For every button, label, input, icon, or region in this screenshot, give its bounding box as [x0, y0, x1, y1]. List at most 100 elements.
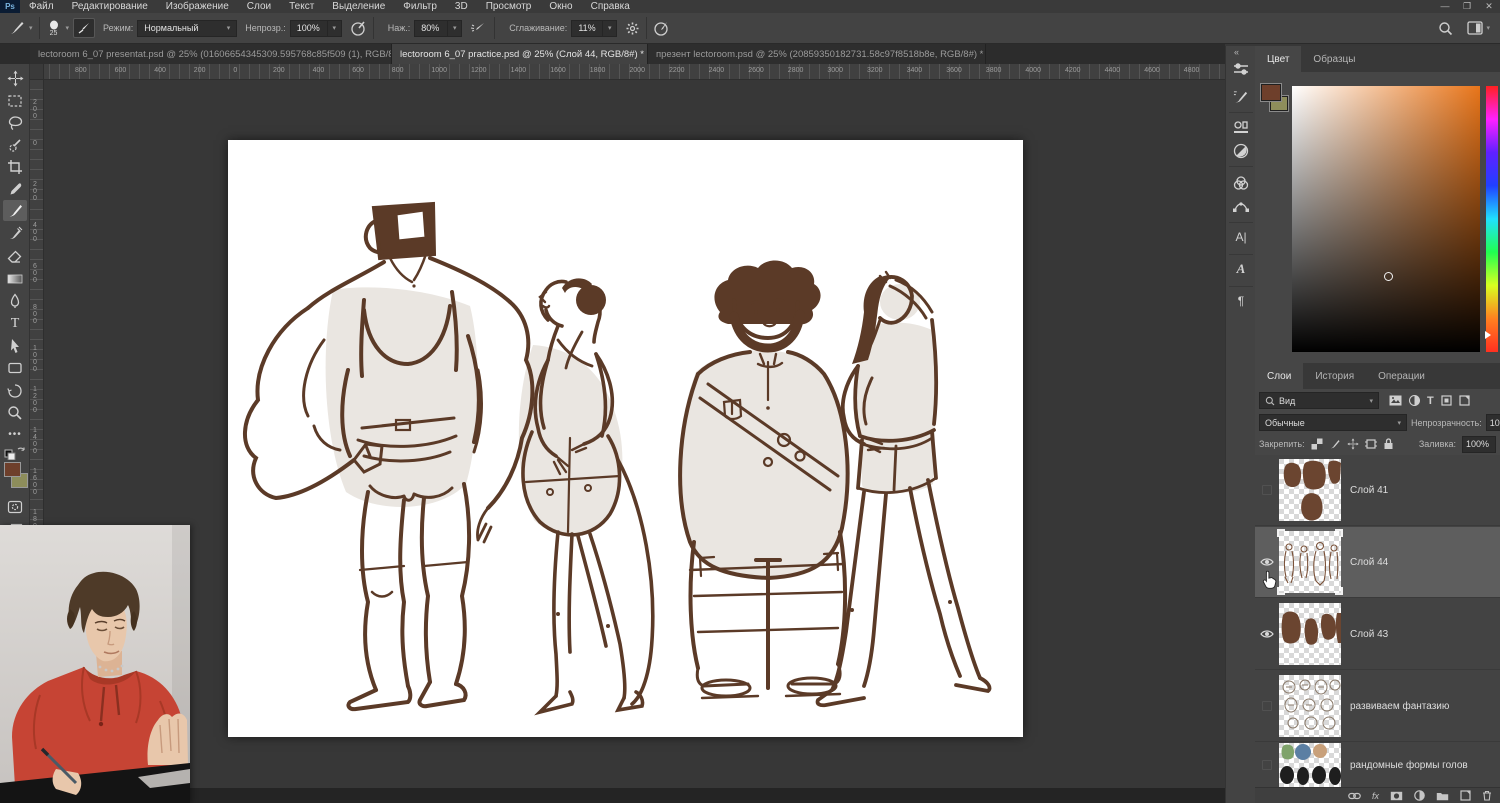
opacity-input[interactable]: 100%	[290, 20, 328, 37]
paths-panel-icon[interactable]	[1229, 196, 1253, 218]
quick-mask-button[interactable]	[3, 496, 27, 517]
flow-input[interactable]: 80%	[414, 20, 448, 37]
filter-adjustment-layers-icon[interactable]	[1409, 395, 1420, 406]
rotate-view-tool[interactable]	[3, 380, 27, 401]
tab-actions[interactable]: Операции	[1366, 363, 1437, 389]
airbrush-icon[interactable]	[470, 20, 488, 36]
tab-history[interactable]: История	[1303, 363, 1366, 389]
menu-help[interactable]: Справка	[582, 0, 639, 13]
link-layers-icon[interactable]	[1348, 790, 1361, 802]
document-tab-3[interactable]: презент lectoroom.psd @ 25% (20859350182…	[648, 44, 986, 64]
color-picker-marker[interactable]	[1384, 272, 1393, 281]
glyphs-panel-icon[interactable]: A	[1229, 258, 1253, 280]
layer-thumbnail[interactable]	[1279, 459, 1341, 521]
restore-button[interactable]: ❐	[1456, 0, 1478, 13]
document-tab-1[interactable]: lectoroom 6_07 presentat.psd @ 25% (0160…	[30, 44, 392, 64]
panel-foreground-swatch[interactable]	[1261, 84, 1281, 101]
layer-thumbnail[interactable]	[1279, 531, 1341, 593]
new-adjustment-layer-icon[interactable]	[1414, 790, 1425, 802]
dock-collapse-icon[interactable]: «	[1234, 47, 1239, 57]
rectangular-marquee-tool[interactable]	[3, 90, 27, 111]
menu-layers[interactable]: Слои	[238, 0, 280, 13]
default-and-swap-colors-icon[interactable]	[4, 446, 26, 460]
delete-layer-trash-icon[interactable]	[1482, 790, 1492, 802]
lasso-tool[interactable]	[3, 112, 27, 133]
visibility-toggle[interactable]	[1255, 701, 1279, 711]
document-tab-2[interactable]: lectoroom 6_07 practice.psd @ 25% (Слой …	[392, 44, 648, 64]
hue-slider-marker[interactable]	[1485, 331, 1491, 339]
filter-pixel-layers-icon[interactable]	[1389, 395, 1402, 406]
pressure-opacity-icon[interactable]	[350, 20, 367, 37]
filter-shape-layers-icon[interactable]	[1441, 395, 1452, 406]
quick-selection-tool[interactable]	[3, 134, 27, 155]
filter-smart-objects-icon[interactable]	[1459, 395, 1470, 406]
tab-swatches[interactable]: Образцы	[1301, 46, 1367, 72]
menu-file[interactable]: Файл	[20, 0, 63, 13]
opacity-chevron[interactable]: ▾	[328, 20, 342, 37]
color-picker-field[interactable]	[1292, 86, 1480, 352]
menu-select[interactable]: Выделение	[323, 0, 394, 13]
lock-all-icon[interactable]	[1383, 438, 1394, 450]
edit-toolbar-button[interactable]: •••	[3, 424, 27, 445]
path-selection-tool[interactable]	[3, 335, 27, 356]
eraser-tool[interactable]	[3, 246, 27, 267]
zoom-tool[interactable]	[3, 402, 27, 423]
lock-position-icon[interactable]	[1347, 438, 1359, 450]
menu-type[interactable]: Текст	[280, 0, 323, 13]
layer-row-44[interactable]: Слой 44	[1255, 527, 1500, 598]
paragraph-panel-icon[interactable]: ¶	[1229, 290, 1253, 312]
document-canvas[interactable]	[228, 140, 1023, 737]
menu-edit[interactable]: Редактирование	[63, 0, 157, 13]
navigator-panel-icon[interactable]	[1229, 140, 1253, 162]
new-group-folder-icon[interactable]	[1436, 790, 1449, 802]
gradient-tool[interactable]	[3, 268, 27, 289]
toggle-brush-panel-icon[interactable]	[73, 18, 95, 38]
add-layer-mask-icon[interactable]	[1390, 790, 1403, 802]
brush-tool[interactable]	[3, 200, 27, 221]
visibility-toggle[interactable]	[1255, 485, 1279, 495]
shape-tool[interactable]	[3, 357, 27, 378]
layers-opacity-input[interactable]: 100%	[1486, 414, 1500, 431]
filter-type-layers-icon[interactable]: T	[1427, 395, 1434, 407]
layers-fill-input[interactable]: 100%	[1462, 436, 1496, 453]
crop-tool[interactable]	[3, 156, 27, 177]
pressure-size-icon[interactable]	[653, 20, 670, 37]
menu-3d[interactable]: 3D	[446, 0, 477, 13]
visibility-toggle[interactable]	[1255, 760, 1279, 770]
layer-row-fantasy[interactable]: развиваем фантазию	[1255, 671, 1500, 742]
layer-row-41[interactable]: Слой 41	[1255, 455, 1500, 526]
brush-presets-panel-icon[interactable]	[1229, 86, 1253, 108]
lock-pixels-icon[interactable]	[1329, 438, 1341, 450]
layer-style-fx-button[interactable]: fx	[1372, 791, 1379, 801]
menu-view[interactable]: Просмотр	[477, 0, 541, 13]
brush-tip-selector[interactable]: 25	[48, 20, 60, 37]
gear-icon[interactable]	[625, 21, 640, 36]
pen-tool[interactable]	[3, 290, 27, 311]
minimize-button[interactable]: —	[1434, 0, 1456, 13]
mixer-brush-tool[interactable]	[3, 223, 27, 244]
color-guide-panel-icon[interactable]	[1229, 172, 1253, 194]
menu-image[interactable]: Изображение	[157, 0, 238, 13]
smoothing-input[interactable]: 11%	[571, 20, 603, 37]
close-button[interactable]: ✕	[1478, 0, 1500, 13]
type-tool[interactable]: T	[3, 313, 27, 334]
character-panel-icon[interactable]: A|	[1229, 226, 1253, 248]
ruler-origin-box[interactable]	[30, 64, 44, 80]
eyedropper-tool[interactable]	[3, 178, 27, 199]
workspace-switcher-icon[interactable]: ▾	[1467, 21, 1490, 35]
lock-artboard-icon[interactable]	[1365, 438, 1377, 450]
lock-transparency-icon[interactable]	[1311, 438, 1323, 450]
chevron-down-icon[interactable]: ▾	[29, 24, 33, 32]
menu-window[interactable]: Окно	[540, 0, 581, 13]
layer-thumbnail[interactable]	[1279, 675, 1341, 737]
layer-thumbnail[interactable]	[1279, 603, 1341, 665]
layers-blend-mode-dropdown[interactable]: Обычные ▾	[1259, 414, 1407, 431]
visibility-toggle[interactable]	[1255, 557, 1279, 567]
brush-tool-preset-icon[interactable]	[8, 19, 26, 37]
tab-color[interactable]: Цвет	[1255, 46, 1301, 72]
search-icon[interactable]	[1438, 21, 1453, 36]
layer-row-43[interactable]: Слой 43	[1255, 599, 1500, 670]
menu-filter[interactable]: Фильтр	[394, 0, 446, 13]
hue-slider[interactable]	[1486, 86, 1498, 352]
layer-thumbnail[interactable]	[1279, 743, 1341, 787]
